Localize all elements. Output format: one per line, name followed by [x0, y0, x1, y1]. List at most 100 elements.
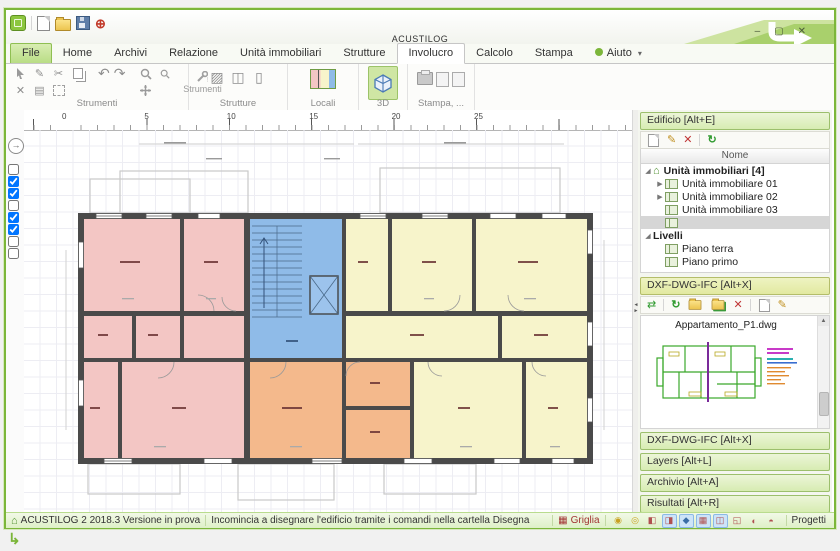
- cut-scissors-icon[interactable]: ✂: [50, 66, 67, 81]
- hatch-structure-icon[interactable]: ▨: [209, 70, 226, 85]
- tree-item-unità-immobiliari-4-[interactable]: ◢⌂Unità immobiliari [4]: [641, 164, 829, 177]
- room-pink-bagno2[interactable]: [84, 362, 118, 458]
- tab-archivi[interactable]: Archivi: [103, 44, 158, 63]
- tree-item-unità-immobiliare-03[interactable]: Unità immobiliare 03: [641, 203, 829, 216]
- tree-item-empty[interactable]: [641, 216, 829, 229]
- room-orange-cucina[interactable]: [250, 362, 342, 458]
- pan-move-icon[interactable]: [137, 83, 154, 98]
- undo-icon[interactable]: ↶: [98, 66, 110, 81]
- ortho-ruler-icon[interactable]: ◱: [730, 514, 745, 528]
- target-icon[interactable]: ⊕: [95, 17, 106, 30]
- room-pink-bagno1[interactable]: [84, 316, 132, 358]
- layer-checkbox-1[interactable]: [8, 164, 19, 175]
- object-track-icon[interactable]: ◨: [662, 514, 677, 528]
- drawing-surface[interactable]: [24, 130, 632, 512]
- edit-dwg-icon[interactable]: ✎: [778, 299, 787, 311]
- drawing-canvas[interactable]: 0510152025: [24, 110, 632, 512]
- tree-expanded-icon[interactable]: ◢: [643, 232, 653, 240]
- panel-header-archivio[interactable]: Archivio [Alt+A]: [640, 474, 830, 492]
- minimize-button[interactable]: –: [755, 26, 761, 37]
- dwg-file-name[interactable]: Appartamento_P1.dwg: [641, 320, 811, 331]
- tree-item-unità-immobiliare-02[interactable]: ▶Unità immobiliare 02: [641, 190, 829, 203]
- layer-checkbox-6[interactable]: [8, 224, 19, 235]
- tab-file[interactable]: File: [10, 43, 52, 63]
- tree-item-livelli[interactable]: ◢Livelli: [641, 229, 829, 242]
- tree-item-unità-immobiliare-01[interactable]: ▶Unità immobiliare 01: [641, 177, 829, 190]
- dxf-refresh-icon[interactable]: ↻: [671, 299, 680, 311]
- add-item-icon[interactable]: [648, 134, 659, 147]
- locali-plan-icon[interactable]: [310, 69, 336, 89]
- cube-3d-icon[interactable]: [368, 66, 398, 100]
- add-dwg-icon[interactable]: [712, 300, 725, 310]
- close-button[interactable]: ✕: [798, 26, 806, 37]
- scroll-up-icon[interactable]: ▲: [818, 316, 829, 326]
- save-file-icon[interactable]: [76, 16, 90, 30]
- layer-checkbox-4[interactable]: [8, 200, 19, 211]
- pin-icon[interactable]: ◆: [679, 514, 694, 528]
- wall-layers-icon[interactable]: ◫: [230, 70, 247, 85]
- panel-header-layers[interactable]: Layers [Alt+L]: [640, 453, 830, 471]
- scroll-thumb[interactable]: [819, 392, 829, 416]
- projects-label[interactable]: Progetti: [792, 515, 826, 526]
- grid-toggle[interactable]: ▦ Griglia: [558, 515, 599, 526]
- room-yellow-bagno[interactable]: [346, 219, 388, 311]
- zoom-window-icon[interactable]: [156, 66, 173, 81]
- room-yellow-studio[interactable]: [502, 316, 587, 358]
- panel-header-edificio[interactable]: Edificio [Alt+E]: [640, 112, 830, 130]
- layer-checkbox-2[interactable]: [8, 176, 19, 187]
- room-pink-soggiorno[interactable]: [122, 362, 244, 458]
- layer-checkbox-3[interactable]: [8, 188, 19, 199]
- tab-aiuto[interactable]: Aiuto ▾: [584, 44, 653, 63]
- room-orange-bagno2[interactable]: [346, 410, 410, 458]
- panel-header-dxf-dwg-ifc[interactable]: DXF-DWG-IFC [Alt+X]: [640, 432, 830, 450]
- tree-expanded-icon[interactable]: ◢: [643, 167, 653, 175]
- tree-column-header[interactable]: Nome: [640, 149, 830, 164]
- room-yellow-camera2[interactable]: [526, 362, 587, 458]
- preview-scrollbar[interactable]: ▲: [817, 316, 829, 428]
- maximize-button[interactable]: ▢: [774, 26, 783, 37]
- delete-icon[interactable]: ✕: [12, 83, 29, 98]
- page-setup-icon[interactable]: [452, 72, 465, 87]
- paste-icon[interactable]: ▤: [31, 83, 48, 98]
- tab-involucro[interactable]: Involucro: [397, 43, 466, 64]
- tree-collapsed-icon[interactable]: ▶: [655, 193, 665, 201]
- expand-panel-button[interactable]: →: [8, 138, 24, 154]
- print-icon[interactable]: [417, 72, 433, 85]
- edit-pencil-icon[interactable]: ✎: [667, 134, 676, 146]
- tree-item-piano-terra[interactable]: Piano terra: [641, 242, 829, 255]
- axis-horizontal-icon[interactable]: ◐: [747, 514, 762, 528]
- redo-icon[interactable]: ↷: [114, 66, 126, 81]
- open-dwg-icon[interactable]: [689, 300, 702, 310]
- panel-header-risultati[interactable]: Risultati [Alt+R]: [640, 495, 830, 513]
- layer-checkbox-5[interactable]: [8, 212, 19, 223]
- room-pink-camera2[interactable]: [184, 219, 244, 311]
- refresh-icon[interactable]: ↻: [707, 134, 716, 146]
- layer-checkbox-8[interactable]: [8, 248, 19, 259]
- new-file-icon[interactable]: [37, 16, 50, 31]
- selection-box-icon[interactable]: [50, 83, 67, 98]
- draw-pencil-icon[interactable]: ✎: [31, 66, 48, 81]
- object-snap-icon[interactable]: ◧: [645, 514, 660, 528]
- delete-x-icon[interactable]: ✕: [683, 134, 692, 146]
- new-dwg-icon[interactable]: [759, 299, 770, 312]
- panel-header-dxf-active[interactable]: DXF-DWG-IFC [Alt+X]: [640, 277, 830, 295]
- layers-icon[interactable]: ◫: [713, 514, 728, 528]
- tab-unità-immobiliari[interactable]: Unità immobiliari: [229, 44, 332, 63]
- room-pink-disimpegno[interactable]: [136, 316, 180, 358]
- tab-stampa[interactable]: Stampa: [524, 44, 584, 63]
- layer-checkbox-7[interactable]: [8, 236, 19, 247]
- tab-relazione[interactable]: Relazione: [158, 44, 229, 63]
- remove-dwg-icon[interactable]: ✕: [733, 299, 742, 311]
- zoom-icon[interactable]: [137, 66, 154, 81]
- axis-vertical-icon[interactable]: ◓: [764, 514, 779, 528]
- tab-home[interactable]: Home: [52, 44, 103, 63]
- tab-strutture[interactable]: Strutture: [332, 44, 396, 63]
- blank-structure-icon[interactable]: ▯: [251, 70, 268, 85]
- snap-lamp-icon[interactable]: ◉: [611, 514, 626, 528]
- tree-collapsed-icon[interactable]: ▶: [655, 180, 665, 188]
- room-yellow-corridoio[interactable]: [346, 316, 498, 358]
- copy-icon[interactable]: [69, 66, 86, 81]
- tree-item-piano-primo[interactable]: Piano primo: [641, 255, 829, 268]
- room-yellow-soggiorno[interactable]: [476, 219, 587, 311]
- osnap-lamp-icon[interactable]: ◎: [628, 514, 643, 528]
